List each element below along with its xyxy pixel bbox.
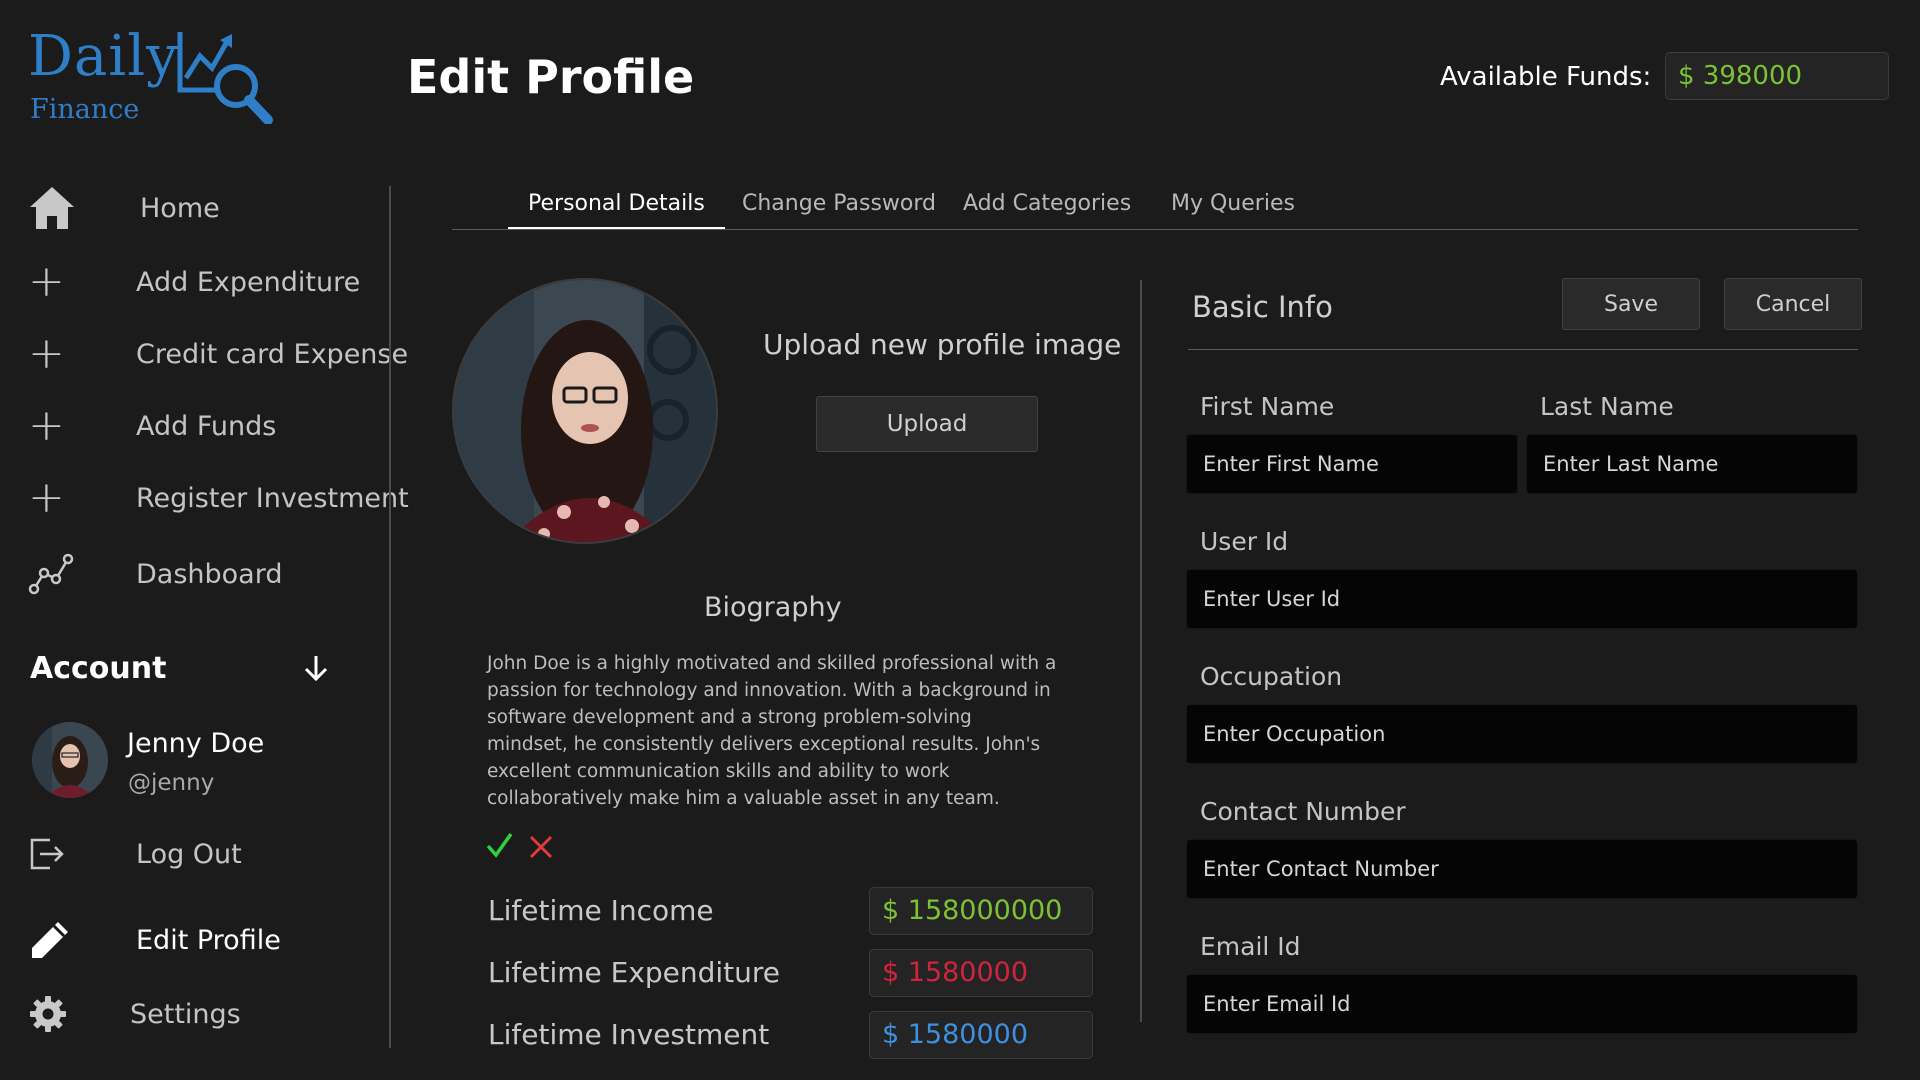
brand-name: Daily — [28, 24, 179, 89]
tab-add-categories[interactable]: Add Categories — [943, 188, 1151, 229]
lifetime-investment-value: $ 1580000 — [869, 1011, 1093, 1059]
sidebar-item-label: Edit Profile — [136, 924, 281, 956]
lifetime-income-label: Lifetime Income — [488, 894, 714, 927]
profile-image — [452, 278, 718, 544]
logout-label: Log Out — [136, 838, 242, 870]
brand-subtitle: Finance — [30, 94, 140, 125]
upload-title: Upload new profile image — [763, 328, 1122, 361]
pencil-icon — [28, 914, 80, 966]
tab-my-queries[interactable]: My Queries — [1151, 188, 1315, 229]
sidebar-item-credit-card-expense[interactable]: + Credit card Expense — [28, 326, 408, 382]
contact-number-field[interactable] — [1186, 839, 1858, 899]
basic-info-divider — [1188, 349, 1858, 350]
plus-icon: + — [28, 328, 65, 379]
last-name-field[interactable] — [1526, 434, 1858, 494]
sidebar-item-label: Home — [140, 192, 220, 224]
column-divider — [1140, 280, 1142, 1022]
account-section-toggle[interactable]: Account — [30, 648, 330, 688]
first-name-label: First Name — [1200, 392, 1335, 421]
lifetime-income-value: $ 158000000 — [869, 887, 1093, 935]
biography-title: Biography — [704, 592, 842, 623]
sidebar-item-register-investment[interactable]: + Register Investment — [28, 470, 409, 526]
plus-icon: + — [28, 256, 65, 307]
gear-icon — [28, 988, 80, 1040]
email-id-label: Email Id — [1200, 932, 1301, 961]
sidebar-item-dashboard[interactable]: Dashboard — [28, 546, 282, 602]
user-id-label: User Id — [1200, 527, 1289, 556]
first-name-field[interactable] — [1186, 434, 1518, 494]
sidebar-item-label: Dashboard — [136, 558, 283, 590]
sidebar-item-label: Add Expenditure — [136, 266, 361, 298]
sidebar-divider — [389, 186, 391, 1048]
sidebar-item-label: Settings — [130, 998, 241, 1030]
logout-icon — [28, 828, 80, 880]
avatar[interactable] — [32, 722, 108, 798]
lifetime-expenditure-value: $ 1580000 — [869, 949, 1093, 997]
home-icon — [28, 182, 80, 234]
sidebar-item-label: Credit card Expense — [136, 338, 409, 370]
lifetime-investment-label: Lifetime Investment — [488, 1018, 770, 1051]
lifetime-expenditure-label: Lifetime Expenditure — [488, 956, 781, 989]
arrow-down-icon — [304, 656, 328, 682]
user-name: Jenny Doe — [127, 728, 265, 759]
sidebar-item-add-funds[interactable]: + Add Funds — [28, 398, 276, 454]
plus-icon: + — [28, 400, 65, 451]
occupation-field[interactable] — [1186, 704, 1858, 764]
page-title: Edit Profile — [407, 50, 695, 104]
save-button[interactable]: Save — [1562, 278, 1700, 330]
line-chart-icon — [28, 548, 80, 600]
basic-info-title: Basic Info — [1192, 290, 1333, 324]
user-handle: @jenny — [128, 770, 215, 796]
sidebar-item-label: Register Investment — [136, 482, 409, 514]
upload-button[interactable]: Upload — [816, 396, 1038, 452]
logout-button[interactable]: Log Out — [28, 826, 242, 882]
tab-change-password[interactable]: Change Password — [722, 188, 956, 229]
brand-logo: Daily Finance — [28, 24, 288, 125]
close-icon[interactable] — [528, 834, 554, 860]
tab-personal-details[interactable]: Personal Details — [508, 188, 725, 229]
biography-text[interactable]: John Doe is a highly motivated and skill… — [487, 650, 1057, 812]
magnifier-chart-icon — [177, 32, 273, 124]
occupation-label: Occupation — [1200, 662, 1343, 691]
sidebar-item-add-expenditure[interactable]: + Add Expenditure — [28, 254, 360, 310]
sidebar-item-edit-profile[interactable]: Edit Profile — [28, 912, 281, 968]
sidebar-item-home[interactable]: Home — [28, 180, 220, 236]
plus-icon: + — [28, 472, 65, 523]
account-label: Account — [30, 650, 167, 686]
contact-number-label: Contact Number — [1200, 797, 1406, 826]
available-funds-label: Available Funds: — [1440, 62, 1652, 92]
cancel-button[interactable]: Cancel — [1724, 278, 1862, 330]
available-funds-value: $ 398000 — [1665, 52, 1889, 100]
checkmark-icon[interactable] — [484, 830, 514, 860]
profile-tabs: Personal Details Change Password Add Cat… — [452, 184, 1858, 230]
user-id-field[interactable] — [1186, 569, 1858, 629]
email-id-field[interactable] — [1186, 974, 1858, 1034]
sidebar-item-label: Add Funds — [136, 410, 277, 442]
sidebar-item-settings[interactable]: Settings — [28, 986, 241, 1042]
last-name-label: Last Name — [1540, 392, 1674, 421]
